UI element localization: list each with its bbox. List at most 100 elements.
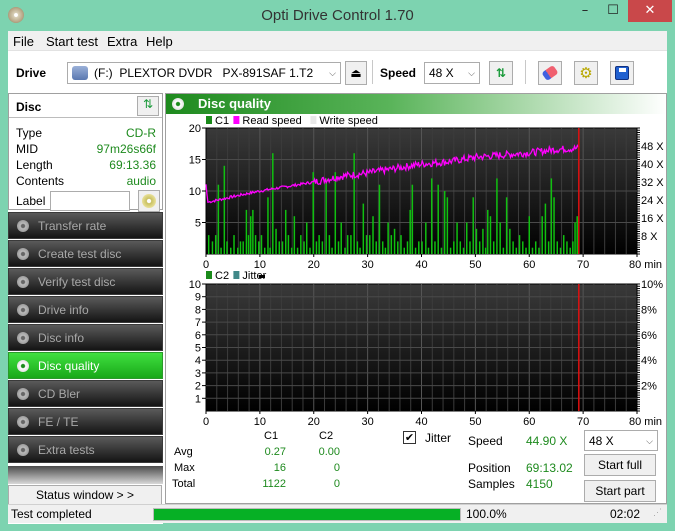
c1-bar xyxy=(325,178,327,254)
c1-bar xyxy=(365,235,368,254)
maximize-button[interactable]: ☐ xyxy=(600,0,626,22)
stats-max-c2: 0 xyxy=(333,462,340,474)
c1-bar xyxy=(492,241,495,254)
x-tick-label: 70 xyxy=(577,416,589,428)
c1-bar xyxy=(487,209,489,254)
nav-item-transfer-rate[interactable]: Transfer rate xyxy=(8,212,163,239)
c1-bar xyxy=(269,247,271,254)
nav-item-cd-bler[interactable]: CD Bler xyxy=(8,380,163,407)
start-part-button[interactable]: Start part xyxy=(584,480,656,502)
c1-bar xyxy=(252,209,254,254)
y2-tick-label: 8% xyxy=(641,304,657,316)
label-input[interactable] xyxy=(50,191,130,211)
stats-max-c1: 16 xyxy=(273,462,286,474)
refresh-icon: ⇅ xyxy=(142,97,154,111)
nav-item-label: Disc info xyxy=(38,331,85,345)
y2-tick-label: 6% xyxy=(641,330,657,342)
client-area: File Start test Extra Help Drive (F:) PL… xyxy=(8,31,667,524)
y2-tick-label: 4% xyxy=(641,355,657,367)
status-window-button[interactable]: Status window > > xyxy=(8,485,162,505)
nav-item-create-test-disc[interactable]: Create test disc xyxy=(8,240,163,267)
c1-bar xyxy=(572,241,574,254)
legend-swatch xyxy=(206,116,212,124)
charts-area: C1 Read speed Write speed51015200 10 20 30 40 5… xyxy=(189,115,665,428)
nav-item-verify-test-disc[interactable]: Verify test disc xyxy=(8,268,163,295)
menu-extra[interactable]: Extra xyxy=(107,34,137,49)
c1-bar xyxy=(406,241,409,254)
disc-row-contents: Contents audio xyxy=(16,174,156,190)
close-button[interactable]: ✕ xyxy=(628,0,672,22)
cd-icon xyxy=(142,194,156,208)
y-tick-label: 7 xyxy=(195,317,201,329)
drive-select[interactable]: (F:) PLEXTOR DVDR PX-891SAF 1.T2 ⌵ xyxy=(67,62,341,84)
disc-header-title: Disc xyxy=(16,100,42,114)
stats-avg-c2: 0.00 xyxy=(318,446,340,458)
c1-bar xyxy=(425,222,427,254)
c1-bar xyxy=(538,247,540,254)
c1-bar xyxy=(263,247,266,254)
y2-tick-label: 10% xyxy=(641,279,663,291)
c1-bar xyxy=(522,241,524,254)
stats-total-label: Total xyxy=(172,478,196,490)
stats-avg-label: Avg xyxy=(174,446,193,458)
disc-refresh-button[interactable]: ⇅ xyxy=(137,96,159,116)
y-tick-label: 9 xyxy=(195,292,201,304)
c1-bar xyxy=(245,209,248,254)
jitter-checkbox[interactable]: ✔ xyxy=(403,431,416,444)
c1-bar xyxy=(278,241,281,254)
c1-bar xyxy=(275,228,277,254)
menu-file[interactable]: File xyxy=(13,34,34,49)
nav-item-drive-info[interactable]: Drive info xyxy=(8,296,163,323)
minimize-button[interactable]: – xyxy=(572,0,598,22)
c1-bar xyxy=(531,247,534,254)
left-panel: Disc ⇅ Type CD-R MID 97m26s66f Length 69:13… xyxy=(8,93,163,524)
test-speed-select[interactable]: 48 X ⌵ xyxy=(584,430,658,451)
nav-item-disc-info[interactable]: Disc info xyxy=(8,324,163,351)
c1-bar xyxy=(576,216,578,254)
speed-select[interactable]: 48 X ⌵ xyxy=(424,62,480,84)
c1-bar xyxy=(220,247,222,254)
disc-test-icon xyxy=(17,360,29,372)
jitter-checkbox-label: Jitter xyxy=(425,431,452,445)
c1-bar xyxy=(403,247,406,254)
legend-label: C2 xyxy=(215,270,229,282)
menu-help[interactable]: Help xyxy=(146,34,173,49)
menu-start-test[interactable]: Start test xyxy=(46,34,98,49)
c1-bar xyxy=(239,241,242,254)
refresh-button[interactable]: ⇅ xyxy=(489,61,513,85)
c1-bar xyxy=(384,247,387,254)
progress-text: 100.0% xyxy=(466,507,507,521)
nav-spacer xyxy=(8,466,163,484)
c1-bar xyxy=(249,216,252,254)
c1-bar xyxy=(409,209,411,254)
stats-max-label: Max xyxy=(174,462,195,474)
eject-button[interactable]: ⏏ xyxy=(345,61,367,85)
progress-fill xyxy=(154,509,460,520)
c1-bar xyxy=(331,247,333,254)
nav-item-label: FE / TE xyxy=(38,415,79,429)
resize-grip-icon[interactable]: ⋰ xyxy=(653,507,662,518)
c1-bar xyxy=(230,247,232,254)
x-tick-label: 60 xyxy=(523,416,535,428)
c1-bar xyxy=(309,247,311,254)
c1-bar xyxy=(528,216,530,254)
save-button[interactable] xyxy=(610,61,634,85)
c1-bar xyxy=(411,184,414,254)
samples-label: Samples xyxy=(468,477,515,491)
test-speed-value: 48 X xyxy=(589,434,614,448)
legend-swatch xyxy=(233,271,240,279)
erase-button[interactable] xyxy=(538,61,562,85)
start-full-button[interactable]: Start full xyxy=(584,454,656,476)
y-tick-label: 3 xyxy=(195,368,201,380)
label-disc-button[interactable] xyxy=(138,190,160,212)
disc-quality-icon xyxy=(172,98,184,110)
c1-bar xyxy=(254,235,257,254)
c1-bar xyxy=(344,247,346,254)
disc-info-box: Disc ⇅ Type CD-R MID 97m26s66f Length 69:13… xyxy=(8,93,163,212)
settings-button[interactable]: ⚙ xyxy=(574,61,598,85)
nav-item-extra-tests[interactable]: Extra tests xyxy=(8,436,163,463)
c1-bar xyxy=(284,209,287,254)
c1-bar xyxy=(296,247,299,254)
nav-item-disc-quality[interactable]: Disc quality xyxy=(8,352,163,379)
nav-item-fe-te[interactable]: FE / TE xyxy=(8,408,163,435)
